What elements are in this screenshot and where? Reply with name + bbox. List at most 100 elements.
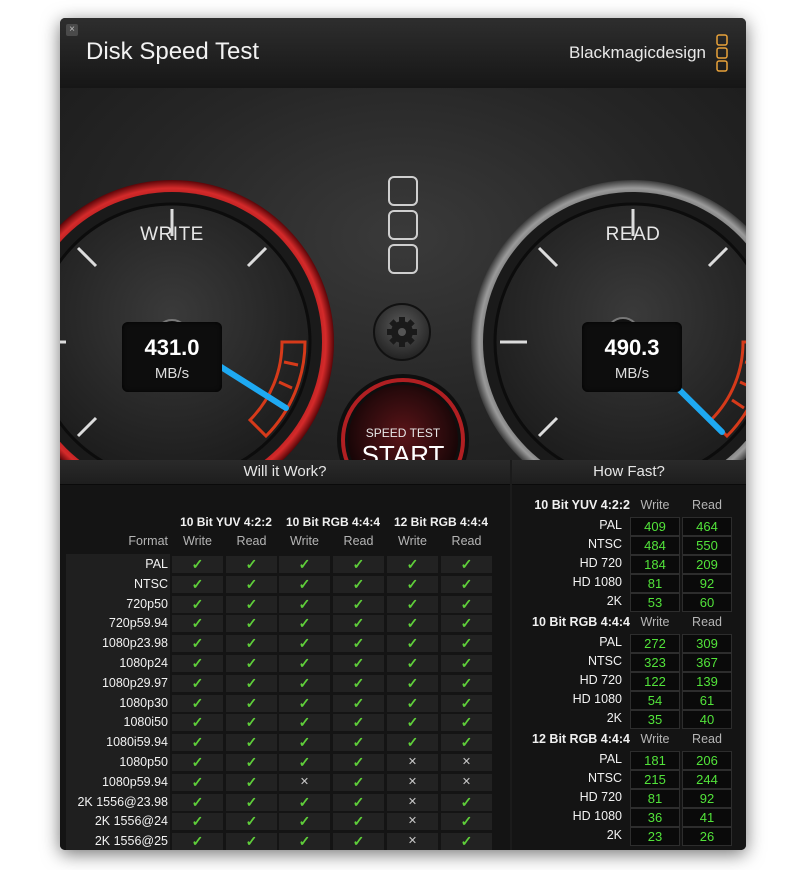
write-speed-value: 272 xyxy=(630,634,680,653)
write-speed-value: 409 xyxy=(630,517,680,536)
speed-row-label: NTSC xyxy=(587,771,622,785)
check-icon: ✓ xyxy=(172,694,223,712)
speed-row-label: NTSC xyxy=(587,654,622,668)
check-icon: ✓ xyxy=(333,734,384,752)
check-icon: ✓ xyxy=(226,734,277,752)
speed-group-title: 12 Bit RGB 4:4:4 xyxy=(532,732,630,746)
write-gauge-label: WRITE xyxy=(140,224,204,245)
speed-row-label: 2K xyxy=(606,828,622,842)
will-it-work-title: Will it Work? xyxy=(60,460,510,485)
check-icon: ✓ xyxy=(172,833,223,850)
settings-button[interactable] xyxy=(374,304,430,360)
check-icon: ✓ xyxy=(279,833,330,850)
check-icon: ✓ xyxy=(441,575,492,593)
write-unit: MB/s xyxy=(154,365,190,382)
read-column-header: Read xyxy=(692,498,722,512)
write-column-header: Write xyxy=(183,534,212,548)
check-icon: ✓ xyxy=(441,734,492,752)
check-icon: ✓ xyxy=(226,595,277,613)
check-icon: ✓ xyxy=(333,595,384,613)
cross-icon: ✕ xyxy=(387,813,438,831)
format-row-label: 1080p24 xyxy=(119,656,168,670)
write-speed-value: 35 xyxy=(630,710,680,729)
cross-icon: ✕ xyxy=(387,833,438,850)
format-group-header: 10 Bit RGB 4:4:4 xyxy=(285,515,381,529)
read-speed-value: 26 xyxy=(682,827,732,846)
check-icon: ✓ xyxy=(279,655,330,672)
check-icon: ✓ xyxy=(226,813,277,831)
read-speed-value: 92 xyxy=(682,574,732,593)
check-icon: ✓ xyxy=(441,655,492,672)
check-icon: ✓ xyxy=(279,575,330,593)
check-icon: ✓ xyxy=(441,813,492,831)
write-column-header: Write xyxy=(290,534,319,548)
speed-row-label: HD 1080 xyxy=(572,809,622,823)
indicator-light-icon xyxy=(388,244,418,274)
check-icon: ✓ xyxy=(172,754,223,771)
check-icon: ✓ xyxy=(333,674,384,692)
check-icon: ✓ xyxy=(172,813,223,831)
indicator-lights xyxy=(388,176,418,276)
write-speed-value: 122 xyxy=(630,672,680,691)
check-icon: ✓ xyxy=(333,655,384,672)
check-icon: ✓ xyxy=(279,813,330,831)
check-icon: ✓ xyxy=(226,575,277,593)
check-icon: ✓ xyxy=(333,773,384,791)
check-icon: ✓ xyxy=(279,674,330,692)
format-row-label: NTSC xyxy=(133,576,168,591)
check-icon: ✓ xyxy=(279,595,330,613)
check-icon: ✓ xyxy=(226,754,277,771)
check-icon: ✓ xyxy=(279,635,330,653)
format-row-label: 1080p29.97 xyxy=(101,675,168,690)
check-icon: ✓ xyxy=(387,575,438,593)
check-icon: ✓ xyxy=(333,813,384,831)
close-button[interactable]: × xyxy=(66,24,78,36)
speed-row-label: 2K xyxy=(606,711,622,725)
write-speed-value: 53 xyxy=(630,593,680,612)
read-unit: MB/s xyxy=(614,365,650,382)
check-icon: ✓ xyxy=(226,694,277,712)
format-row-label: PAL xyxy=(145,557,168,571)
check-icon: ✓ xyxy=(172,575,223,593)
write-speed-value: 484 xyxy=(630,536,680,555)
format-row-label: 1080i50 xyxy=(123,715,169,730)
check-icon: ✓ xyxy=(172,793,223,811)
gear-icon xyxy=(387,317,417,347)
check-icon: ✓ xyxy=(441,714,492,732)
read-speed-value: 309 xyxy=(682,634,732,653)
check-icon: ✓ xyxy=(333,754,384,771)
write-value-display: 431.0 MB/s xyxy=(122,322,222,392)
speed-row-label: PAL xyxy=(599,635,622,649)
read-speed-value: 139 xyxy=(682,672,732,691)
how-fast-title: How Fast? xyxy=(512,460,746,485)
format-row-label: 1080p30 xyxy=(119,695,168,710)
check-icon: ✓ xyxy=(333,556,384,573)
speed-row-label: NTSC xyxy=(587,537,622,551)
check-icon: ✓ xyxy=(172,556,223,573)
format-row-label: 2K 1556@24 xyxy=(94,814,168,829)
read-column-header: Read xyxy=(236,534,267,548)
check-icon: ✓ xyxy=(441,793,492,811)
speed-row-label: HD 720 xyxy=(579,673,622,687)
check-icon: ✓ xyxy=(172,655,223,672)
check-icon: ✓ xyxy=(226,635,277,653)
format-row-label: 2K 1556@25 xyxy=(94,834,168,849)
check-icon: ✓ xyxy=(333,635,384,653)
read-speed-value: 61 xyxy=(682,691,732,710)
write-speed-value: 54 xyxy=(630,691,680,710)
check-icon: ✓ xyxy=(333,694,384,712)
format-row-label: 2K 1556@23.98 xyxy=(77,794,168,809)
read-speed-value: 92 xyxy=(682,789,732,808)
speed-row-label: HD 720 xyxy=(579,790,622,804)
check-icon: ✓ xyxy=(441,674,492,692)
write-speed-value: 184 xyxy=(630,555,680,574)
check-icon: ✓ xyxy=(172,635,223,653)
check-icon: ✓ xyxy=(172,595,223,613)
format-row-label: 1080p59.94 xyxy=(101,774,168,789)
check-icon: ✓ xyxy=(333,575,384,593)
check-icon: ✓ xyxy=(387,556,438,573)
check-icon: ✓ xyxy=(172,615,223,633)
indicator-light-icon xyxy=(388,176,418,206)
write-speed-value: 215 xyxy=(630,770,680,789)
format-group-header: 12 Bit RGB 4:4:4 xyxy=(393,515,489,529)
